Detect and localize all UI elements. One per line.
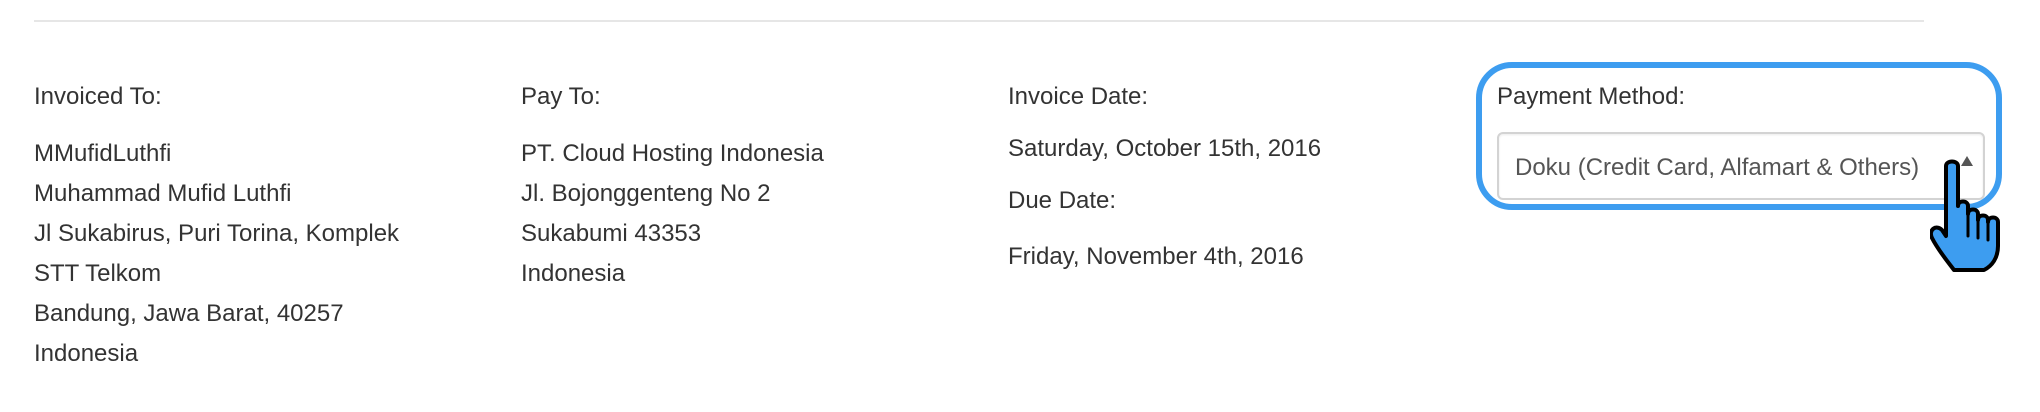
invoiced-to-line: Bandung, Jawa Barat, 40257: [34, 300, 344, 327]
invoiced-to-label: Invoiced To:: [34, 83, 162, 110]
invoice-date-value: Saturday, October 15th, 2016: [1008, 135, 1322, 162]
invoiced-to-line: Muhammad Mufid Luthfi: [34, 180, 292, 207]
invoiced-to-line: Jl Sukabirus, Puri Torina, Komplek: [34, 220, 400, 247]
pay-to-line: Jl. Bojonggenteng No 2: [521, 180, 771, 207]
top-divider: [34, 20, 1924, 22]
invoiced-to-address: MMufidLuthfi Muhammad Mufid Luthfi Jl Su…: [34, 134, 484, 374]
pay-to-line: Sukabumi 43353: [521, 220, 702, 247]
invoice-date-label: Invoice Date:: [1008, 83, 1149, 110]
due-date-value: Friday, November 4th, 2016: [1008, 243, 1304, 270]
pay-to-column: Pay To: PT. Cloud Hosting Indonesia Jl. …: [521, 82, 971, 294]
invoiced-to-line: Indonesia: [34, 340, 139, 367]
invoiced-to-line: MMufidLuthfi: [34, 140, 172, 167]
invoice-details-section: Invoiced To: MMufidLuthfi Muhammad Mufid…: [0, 0, 2040, 412]
pay-to-address: PT. Cloud Hosting Indonesia Jl. Bojongge…: [521, 134, 971, 294]
pay-to-label: Pay To:: [521, 83, 601, 110]
invoiced-to-column: Invoiced To: MMufidLuthfi Muhammad Mufid…: [34, 82, 484, 374]
payment-method-selected-value: Doku (Credit Card, Alfamart & Others): [1515, 154, 1920, 181]
dates-column: Invoice Date: Saturday, October 15th, 20…: [1008, 82, 1458, 294]
payment-method-label: Payment Method:: [1497, 83, 1686, 110]
pay-to-line: PT. Cloud Hosting Indonesia: [521, 140, 824, 167]
pointing-hand-cursor-icon: [1930, 159, 2000, 272]
due-date-label: Due Date:: [1008, 187, 1117, 214]
payment-method-select[interactable]: Doku (Credit Card, Alfamart & Others): [1497, 132, 1985, 200]
invoiced-to-line: STT Telkom: [34, 260, 162, 287]
pay-to-line: Indonesia: [521, 260, 626, 287]
